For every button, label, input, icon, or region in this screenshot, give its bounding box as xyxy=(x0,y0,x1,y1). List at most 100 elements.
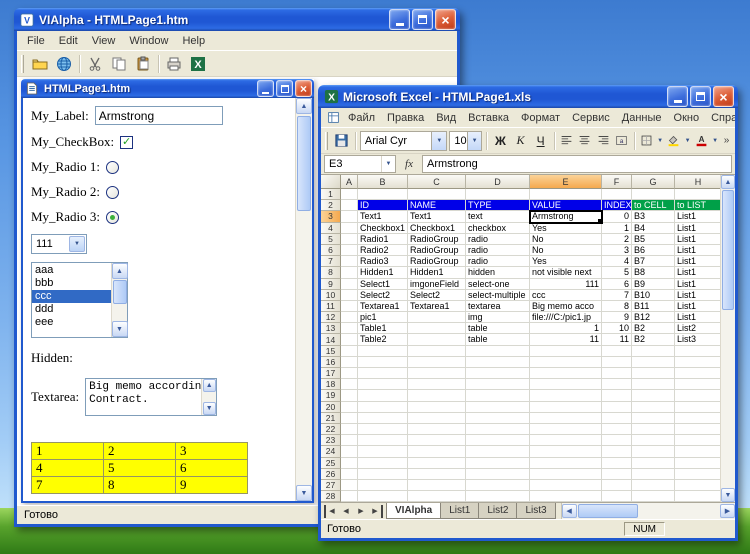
cell-A3[interactable] xyxy=(341,211,358,223)
my-select[interactable]: 111 xyxy=(31,234,87,254)
row-header-17[interactable]: 17 xyxy=(321,368,341,380)
row-header-25[interactable]: 25 xyxy=(321,457,341,469)
scroll-down-icon[interactable] xyxy=(296,485,312,501)
menu-format[interactable]: Формат xyxy=(515,110,566,126)
cell-B11[interactable]: Textarea1 xyxy=(358,300,408,313)
cell-E17[interactable] xyxy=(530,368,602,380)
cell-A10[interactable] xyxy=(341,289,358,301)
row-header-28[interactable]: 28 xyxy=(321,491,341,502)
fill-color-icon[interactable] xyxy=(666,130,681,152)
menu-edit[interactable]: Правка xyxy=(381,110,430,126)
save-icon[interactable] xyxy=(333,130,351,152)
cell-C7[interactable]: RadioGroup xyxy=(408,256,466,268)
row-header-11[interactable]: 11 xyxy=(321,300,341,313)
row-header-10[interactable]: 10 xyxy=(321,289,341,301)
my-radio-1[interactable] xyxy=(105,160,119,174)
cell-D5[interactable]: radio xyxy=(466,233,530,245)
cell-C10[interactable]: Select2 xyxy=(408,289,466,301)
bold-button[interactable]: Ж xyxy=(491,131,509,151)
scroll-up-icon[interactable] xyxy=(202,379,216,392)
chevron-down-icon[interactable] xyxy=(683,131,691,151)
cell-G1[interactable] xyxy=(632,189,675,201)
my-radio-2[interactable] xyxy=(105,185,119,199)
cell-F19[interactable] xyxy=(602,390,632,402)
cell-B16[interactable] xyxy=(358,356,408,368)
cell-E7[interactable]: Yes xyxy=(530,256,602,268)
cell-H13[interactable]: List2 xyxy=(675,323,720,335)
scroll-down-icon[interactable] xyxy=(111,321,128,337)
cell-D2[interactable]: TYPE xyxy=(466,200,530,212)
scroll-down-icon[interactable] xyxy=(721,488,735,502)
cell-A13[interactable] xyxy=(341,323,358,335)
cell-D17[interactable] xyxy=(466,368,530,380)
cell-D27[interactable] xyxy=(466,479,530,492)
cell-B2[interactable]: ID xyxy=(358,200,408,212)
cell-D25[interactable] xyxy=(466,457,530,469)
menu-help[interactable]: Справка xyxy=(705,110,735,126)
cell-B27[interactable] xyxy=(358,479,408,492)
excel-titlebar[interactable]: X Microsoft Excel - HTMLPage1.xls xyxy=(318,85,738,108)
cell-F14[interactable]: 11 xyxy=(602,334,632,346)
cell-A5[interactable] xyxy=(341,233,358,245)
maximize-button[interactable] xyxy=(690,86,711,107)
cell-E1[interactable] xyxy=(530,189,602,201)
cell-F7[interactable]: 4 xyxy=(602,256,632,268)
menu-edit[interactable]: Edit xyxy=(52,33,85,49)
my-checkbox[interactable] xyxy=(120,135,134,149)
cell-E24[interactable] xyxy=(530,446,602,458)
cell-D24[interactable] xyxy=(466,446,530,458)
cell-B8[interactable]: Hidden1 xyxy=(358,267,408,279)
sheet-tab-list3[interactable]: List3 xyxy=(516,503,556,519)
cell-G15[interactable] xyxy=(632,345,675,357)
child-scrollbar[interactable] xyxy=(295,98,312,501)
cell-E12[interactable]: file:///C:/pic1.jp xyxy=(530,312,602,324)
column-header-A[interactable]: A xyxy=(341,175,358,189)
scroll-up-icon[interactable] xyxy=(296,98,312,114)
cell-F13[interactable]: 10 xyxy=(602,323,632,335)
cell-C17[interactable] xyxy=(408,368,466,380)
cell-B20[interactable] xyxy=(358,401,408,413)
cell-H16[interactable] xyxy=(675,357,720,368)
row-header-12[interactable]: 12 xyxy=(321,312,341,324)
cell-G26[interactable] xyxy=(632,468,675,480)
scroll-thumb[interactable] xyxy=(297,116,311,211)
open-folder-icon[interactable] xyxy=(29,53,51,75)
cell-E2[interactable]: VALUE xyxy=(530,200,602,212)
cell-B3[interactable]: Text1 xyxy=(358,211,408,223)
sheet-tab-list2[interactable]: List2 xyxy=(478,503,518,519)
row-header-7[interactable]: 7 xyxy=(321,256,341,268)
cell-H19[interactable] xyxy=(675,390,720,402)
cell-G18[interactable] xyxy=(632,379,675,391)
menu-window[interactable]: Window xyxy=(122,33,175,49)
scroll-thumb[interactable] xyxy=(112,280,127,304)
cell-C22[interactable] xyxy=(408,423,466,436)
cell-H21[interactable] xyxy=(675,413,720,424)
list-item[interactable]: eee xyxy=(32,316,111,329)
menu-window[interactable]: Окно xyxy=(668,110,706,126)
cell-H9[interactable]: List1 xyxy=(675,279,720,290)
cell-F18[interactable] xyxy=(602,379,632,391)
maximize-button[interactable] xyxy=(412,9,433,30)
cell-G21[interactable] xyxy=(632,412,675,424)
row-header-16[interactable]: 16 xyxy=(321,356,341,368)
cell-E14[interactable]: 11 xyxy=(530,334,602,346)
cell-C5[interactable]: RadioGroup xyxy=(408,233,466,245)
last-sheet-icon[interactable] xyxy=(369,504,383,518)
align-center-icon[interactable] xyxy=(577,130,593,152)
cell-A18[interactable] xyxy=(341,379,358,391)
cell-B1[interactable] xyxy=(358,189,408,201)
row-header-22[interactable]: 22 xyxy=(321,423,341,436)
cell-D22[interactable] xyxy=(466,423,530,436)
sheet-tab-vialpha[interactable]: VIAlpha xyxy=(386,503,442,519)
cell-F22[interactable] xyxy=(602,423,632,436)
cell-F10[interactable]: 7 xyxy=(602,289,632,301)
row-header-8[interactable]: 8 xyxy=(321,267,341,279)
cell-H7[interactable]: List1 xyxy=(675,256,720,268)
cell-F20[interactable] xyxy=(602,401,632,413)
cell-G6[interactable]: B6 xyxy=(632,244,675,257)
cell-B22[interactable] xyxy=(358,423,408,436)
menu-insert[interactable]: Вставка xyxy=(462,110,515,126)
my-textarea[interactable]: Big memo according Contract. xyxy=(85,378,218,416)
cell-G22[interactable] xyxy=(632,423,675,436)
font-size-combo[interactable]: 10 xyxy=(449,130,483,151)
